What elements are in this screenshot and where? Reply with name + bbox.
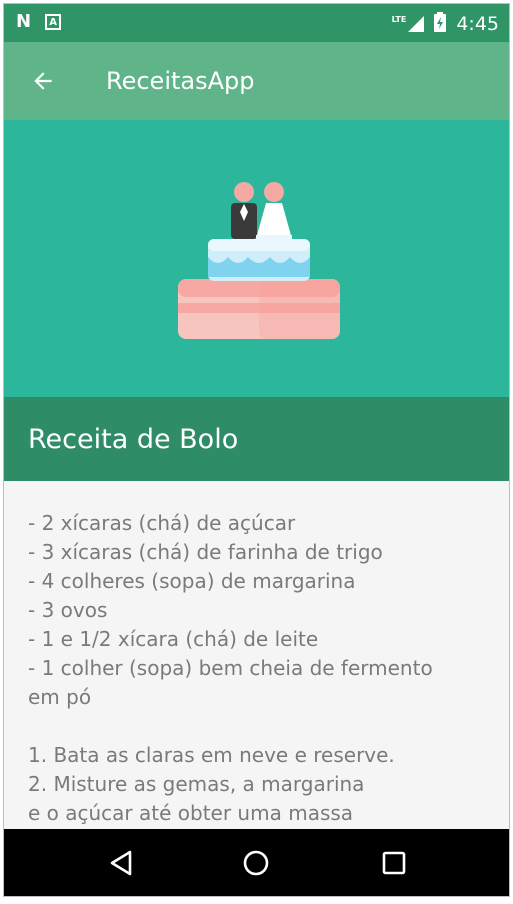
recipe-line: e o açúcar até obter uma massa — [28, 801, 354, 825]
status-time: 4:45 — [456, 13, 499, 35]
n-notification-icon: N — [16, 11, 32, 32]
app-title: ReceitasApp — [106, 67, 255, 95]
recipe-instructions: - 2 xícaras (chá) de açúcar - 3 xícaras (… — [28, 509, 488, 828]
battery-charging-icon — [434, 12, 447, 36]
recipe-line: - 3 ovos — [28, 598, 108, 622]
recipe-line: - 1 colher (sopa) bem cheia de fermento — [28, 656, 433, 680]
recipe-title-bar: Receita de Bolo — [4, 397, 509, 481]
recipe-hero-image — [4, 120, 509, 397]
recipe-line: - 2 xícaras (chá) de açúcar — [28, 511, 296, 535]
recipe-title: Receita de Bolo — [28, 424, 239, 455]
recipe-line: - 4 colheres (sopa) de margarina — [28, 569, 356, 593]
recipe-line: - 3 xícaras (chá) de farinha de trigo — [28, 540, 383, 564]
status-system-icons: LTE 4:45 — [392, 12, 499, 36]
recipe-line: 2. Misture as gemas, a margarina — [28, 772, 365, 796]
recipe-line: em pó — [28, 685, 92, 709]
recipe-body[interactable]: - 2 xícaras (chá) de açúcar - 3 xícaras (… — [4, 481, 509, 829]
recipe-line — [28, 712, 488, 741]
recents-square-icon[interactable] — [381, 849, 409, 877]
phone-screen: N A LTE 4:45 ReceitasApp Receita de Bolo… — [4, 4, 509, 896]
arrow-back-icon[interactable] — [30, 68, 56, 94]
status-bar: N A LTE 4:45 — [4, 4, 509, 42]
recipe-line: 1. Bata as claras em neve e reserve. — [28, 743, 395, 767]
home-circle-icon[interactable] — [242, 849, 270, 877]
back-triangle-icon[interactable] — [108, 849, 136, 877]
a-notification-icon: A — [45, 14, 62, 30]
recipe-line: - 1 e 1/2 xícara (chá) de leite — [28, 627, 319, 651]
navigation-bar — [4, 829, 509, 896]
lte-signal-icon: LTE — [391, 15, 425, 32]
network-label: LTE — [391, 15, 407, 24]
wedding-cake-icon — [178, 182, 340, 339]
status-notifications: N A — [16, 11, 62, 32]
app-bar: ReceitasApp — [4, 42, 509, 120]
